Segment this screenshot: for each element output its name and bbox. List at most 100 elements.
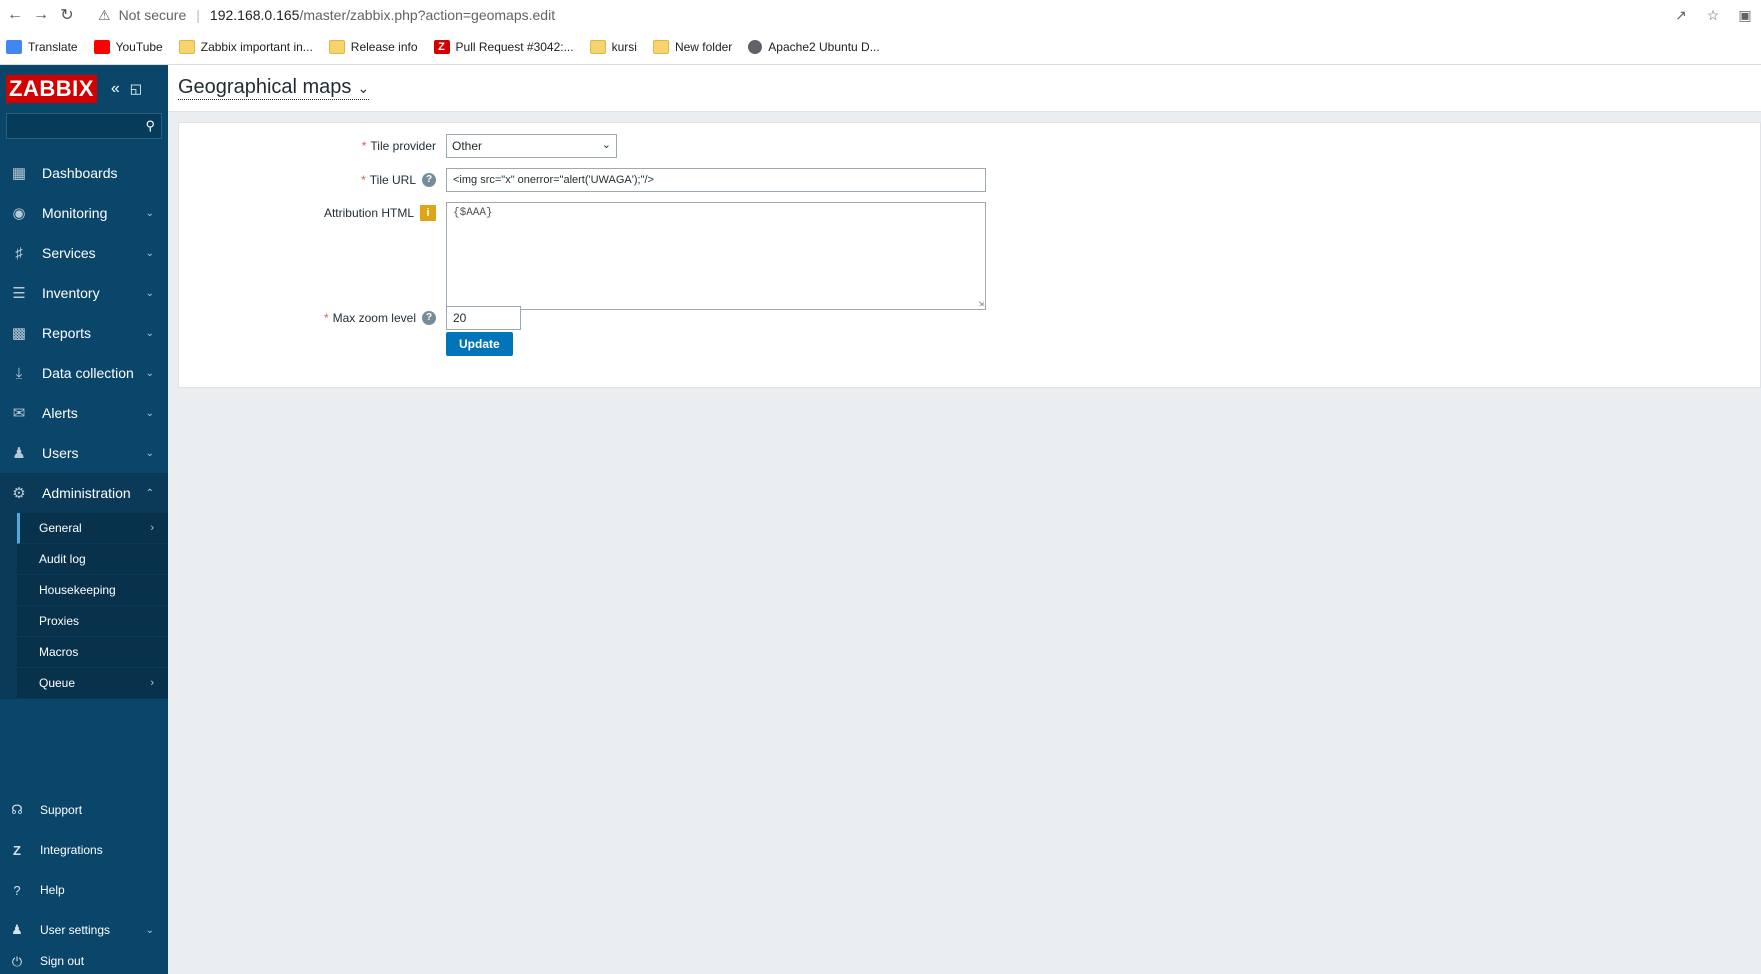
submenu-macros[interactable]: Macros xyxy=(17,637,168,668)
bookmark-new-folder[interactable]: New folder xyxy=(652,40,732,54)
menu-monitoring[interactable]: ◉ Monitoring ⌄ xyxy=(0,193,168,233)
bookmark-pull-request[interactable]: Z Pull Request #3042:... xyxy=(433,40,574,54)
bookmark-youtube[interactable]: YouTube xyxy=(93,40,163,54)
menu-dashboards[interactable]: ▦ Dashboards xyxy=(0,153,168,193)
required-asterisk: * xyxy=(323,311,329,325)
search-icon[interactable]: ⚲ xyxy=(145,118,155,134)
submenu-general[interactable]: General › xyxy=(17,513,168,544)
menu-integrations[interactable]: Z Integrations xyxy=(0,830,168,870)
chevron-down-icon: ⌄ xyxy=(145,924,154,936)
chevron-down-icon: ⌄ xyxy=(145,207,154,219)
menu-reports[interactable]: ▩ Reports ⌄ xyxy=(0,313,168,353)
chevron-down-icon: ⌄ xyxy=(145,247,154,259)
services-icon: ♯ xyxy=(15,244,23,262)
share-icon[interactable]: ↗ xyxy=(1665,7,1697,24)
bookmarks-bar: Translate YouTube Zabbix important in...… xyxy=(0,30,1761,65)
tile-url-label: * Tile URL? xyxy=(179,173,446,187)
folder-icon xyxy=(652,40,669,54)
zabbix-z-icon: Z xyxy=(13,842,21,858)
page-title-dropdown[interactable]: Geographical maps ⌄ xyxy=(178,76,370,100)
gear-icon: ⚙ xyxy=(12,485,26,502)
forward-arrow-icon[interactable]: → xyxy=(30,4,52,26)
info-icon[interactable]: i xyxy=(420,205,436,221)
zabbix-z-icon: Z xyxy=(433,40,450,54)
sidebar-search-input[interactable]: ⚲ xyxy=(6,113,162,139)
bookmark-release-info[interactable]: Release info xyxy=(328,40,418,54)
form-actions: Update xyxy=(446,332,513,356)
submenu-queue[interactable]: Queue › xyxy=(17,668,168,699)
chevron-up-icon: ⌃ xyxy=(145,487,154,499)
youtube-icon xyxy=(93,40,110,54)
geomaps-form: * Tile provider Other ⌄ * Tile URL? <img sr… xyxy=(178,122,1761,388)
chevron-down-icon: ⌄ xyxy=(145,327,154,339)
headset-icon: ☊ xyxy=(11,802,23,817)
menu-services[interactable]: ♯ Services ⌄ xyxy=(0,233,168,273)
menu-data-collection[interactable]: ⤓ Data collection ⌄ xyxy=(0,353,168,393)
chevron-down-icon: ⌄ xyxy=(357,80,370,96)
browser-actions: ↗ ☆ ▣ xyxy=(1665,0,1761,30)
max-zoom-label: * Max zoom level? xyxy=(179,311,446,325)
back-arrow-icon[interactable]: ← xyxy=(4,4,26,26)
attribution-textarea[interactable]: {$AAA} ⇲ xyxy=(446,202,986,310)
bookmark-apache2[interactable]: Apache2 Ubuntu D... xyxy=(748,40,880,54)
submenu-audit-log[interactable]: Audit log xyxy=(17,544,168,575)
users-icon: ♟ xyxy=(12,445,26,462)
attribution-row: Attribution HTML i {$AAA} ⇲ xyxy=(179,202,986,310)
menu-administration[interactable]: ⚙ Administration ⌃ xyxy=(0,473,168,513)
tile-provider-label: * Tile provider xyxy=(361,139,436,153)
bookmark-zabbix-important[interactable]: Zabbix important in... xyxy=(178,40,313,54)
list-icon: ☰ xyxy=(12,285,26,302)
question-icon: ? xyxy=(13,882,21,898)
help-icon[interactable]: ? xyxy=(422,173,436,187)
resize-grip-icon[interactable]: ⇲ xyxy=(979,299,984,309)
chevron-down-icon: ⌄ xyxy=(145,407,154,419)
menu-sign-out[interactable]: ⏻ Sign out xyxy=(0,950,168,974)
dashboard-icon: ▦ xyxy=(11,165,27,182)
menu-inventory[interactable]: ☰ Inventory ⌄ xyxy=(0,273,168,313)
address-bar[interactable]: ⚠ Not secure | 192.168.0.165/master/zabb… xyxy=(98,3,555,27)
menu-help[interactable]: ? Help xyxy=(0,870,168,910)
star-icon[interactable]: ☆ xyxy=(1697,7,1729,24)
submenu-proxies[interactable]: Proxies xyxy=(17,606,168,637)
submenu-housekeeping[interactable]: Housekeeping xyxy=(17,575,168,606)
menu-alerts[interactable]: ✉ Alerts ⌄ xyxy=(0,393,168,433)
menu-user-settings[interactable]: ♟ User settings ⌄ xyxy=(0,910,168,950)
bookmark-translate[interactable]: Translate xyxy=(6,40,78,54)
folder-icon xyxy=(589,40,606,54)
folder-icon xyxy=(328,40,345,54)
update-button[interactable]: Update xyxy=(446,332,513,356)
sidebar-header: ZABBIX « ◱ xyxy=(0,65,168,113)
envelope-icon: ✉ xyxy=(12,405,26,422)
required-asterisk: * xyxy=(361,173,366,187)
max-zoom-row: * Max zoom level? 20 xyxy=(179,306,521,330)
chevron-down-icon: ⌄ xyxy=(145,367,154,379)
download-icon: ⤓ xyxy=(15,364,23,382)
menu-users[interactable]: ♟ Users ⌄ xyxy=(0,433,168,473)
bookmark-kursi[interactable]: kursi xyxy=(589,40,637,54)
max-zoom-input[interactable]: 20 xyxy=(446,306,521,330)
translate-icon xyxy=(6,40,22,54)
page-header: Geographical maps ⌄ xyxy=(168,65,1761,112)
menu-support[interactable]: ☊ Support xyxy=(0,790,168,830)
sidebar: ZABBIX « ◱ ⚲ ▦ Dashboards ◉ Monitoring ⌄ ♯ S… xyxy=(0,65,168,974)
folder-icon xyxy=(178,40,195,54)
extension-icon[interactable]: ▣ xyxy=(1729,7,1761,24)
tile-provider-select[interactable]: Other ⌄ xyxy=(446,134,617,158)
warning-triangle-icon: ⚠ xyxy=(98,6,111,23)
main-menu: ▦ Dashboards ◉ Monitoring ⌄ ♯ Services ⌄ ☰ Inv… xyxy=(0,153,168,699)
administration-submenu: General › Audit log Housekeeping Proxies … xyxy=(0,513,168,699)
collapse-sidebar-icon[interactable]: « xyxy=(111,80,120,98)
chevron-right-icon: › xyxy=(150,677,154,689)
tile-provider-row: * Tile provider Other ⌄ xyxy=(179,134,617,158)
browser-toolbar: ← → ↻ ⚠ Not secure | 192.168.0.165/maste… xyxy=(0,0,1761,30)
report-icon: ▩ xyxy=(11,325,27,342)
user-icon: ♟ xyxy=(11,922,23,937)
kiosk-mode-icon[interactable]: ◱ xyxy=(130,81,142,97)
tile-url-input[interactable]: <img src="x" onerror="alert('UWAGA');"/> xyxy=(446,168,986,192)
globe-icon xyxy=(748,40,763,54)
chevron-down-icon: ⌄ xyxy=(601,139,611,151)
zabbix-logo[interactable]: ZABBIX xyxy=(6,75,97,103)
help-icon[interactable]: ? xyxy=(422,311,436,325)
reload-icon[interactable]: ↻ xyxy=(56,4,78,26)
chevron-down-icon: ⌄ xyxy=(145,447,154,459)
